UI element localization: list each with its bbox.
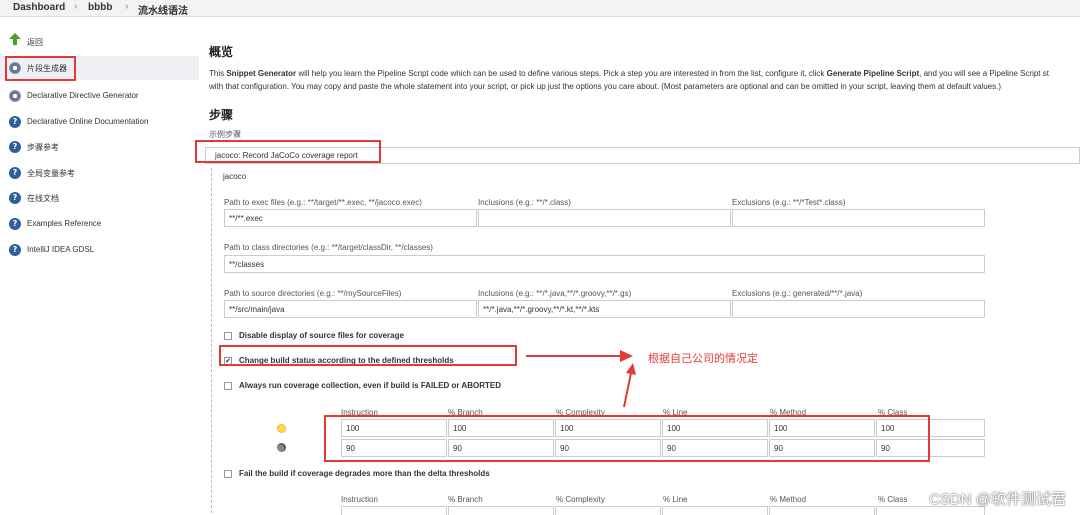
help-icon: ?: [9, 167, 21, 179]
intro-text-part: will help you learn the Pipeline Script …: [296, 69, 827, 78]
breadcrumb-job[interactable]: bbbb: [88, 2, 112, 13]
sidebar-item-online-docs[interactable]: ? 在线文档: [0, 186, 199, 210]
source-inclusions-label: Inclusions (e.g.: **/*.java,**/*.groovy,…: [478, 289, 632, 298]
steps-title: 步骤: [209, 108, 234, 122]
source-exclusions-label: Exclusions (e.g.: generated/**/*.java): [732, 289, 863, 298]
disable-source-checkbox[interactable]: [224, 332, 232, 340]
delta-instruction-input[interactable]: [341, 506, 447, 515]
exec-files-label: Path to exec files (e.g.: **/target/**.e…: [224, 198, 422, 207]
watermark: CSDN @软件测试君: [929, 491, 1066, 508]
delta-method-input[interactable]: [769, 506, 875, 515]
sidebar-item-steps-reference[interactable]: ? 步骤参考: [0, 135, 199, 159]
breadcrumb-separator-icon: ›: [125, 1, 129, 12]
annotation-arrow-icon: [526, 350, 636, 408]
jacoco-section-title: jacoco: [223, 172, 247, 181]
overview-title: 概览: [209, 45, 234, 59]
help-icon: ?: [9, 116, 21, 128]
fail-build-label: Fail the build if coverage degrades more…: [239, 469, 490, 478]
sidebar-item-label: Examples Reference: [27, 219, 102, 228]
delta-header-method: % Method: [770, 495, 807, 504]
help-icon: ?: [9, 192, 21, 204]
source-exclusions-input[interactable]: [732, 300, 985, 318]
sidebar-item-label: IntelliJ IDEA GDSL: [27, 245, 95, 254]
help-icon: ?: [9, 141, 21, 153]
sidebar-item-label: 返回: [27, 38, 43, 47]
arrow-up-icon-stem: [13, 39, 17, 45]
class-inclusions-input[interactable]: [478, 209, 731, 227]
disable-source-label: Disable display of source files for cove…: [239, 331, 404, 340]
exec-files-input[interactable]: **/**.exec: [224, 209, 477, 227]
breadcrumb: Dashboard › bbbb › 流水线语法: [0, 0, 1080, 17]
help-icon: ?: [9, 218, 21, 230]
delta-header-complexity: % Complexity: [556, 495, 605, 504]
breadcrumb-pipeline-syntax[interactable]: 流水线语法: [138, 2, 188, 17]
class-exclusions-input[interactable]: [732, 209, 985, 227]
delta-line-input[interactable]: [662, 506, 768, 515]
sidebar-item-declarative-directive-generator[interactable]: Declarative Directive Generator: [0, 84, 199, 108]
delta-header-instruction: Instruction: [341, 495, 378, 504]
class-dirs-label: Path to class directories (e.g.: **/targ…: [224, 243, 433, 252]
delta-header-line: % Line: [663, 495, 688, 504]
sidebar-item-label: 在线文档: [27, 194, 59, 203]
sidebar-item-intellij-gdsl[interactable]: ? IntelliJ IDEA GDSL: [0, 238, 199, 262]
breadcrumb-separator-icon: ›: [74, 1, 78, 12]
sunny-health-icon: [277, 424, 286, 433]
breadcrumb-dashboard[interactable]: Dashboard: [13, 2, 65, 13]
sidebar: 返回 片段生成器 Declarative Directive Generator…: [0, 17, 199, 515]
gear-icon: [9, 90, 21, 102]
fail-build-checkbox[interactable]: [224, 470, 232, 478]
class-dirs-input[interactable]: **/classes: [224, 255, 985, 273]
source-inclusions-input[interactable]: **/*.java,**/*.groovy,**/*.kt,**/*.kts: [478, 300, 731, 318]
intro-text-bold: Generate Pipeline Script: [826, 69, 920, 78]
source-dirs-label: Path to source directories (e.g.: **/myS…: [224, 289, 402, 298]
intro-text-part: This: [209, 69, 227, 78]
page: Dashboard › bbbb › 流水线语法 返回 片段生成器 Declar…: [0, 0, 1080, 515]
sidebar-item-label: 全局变量参考: [27, 169, 75, 178]
sidebar-item-label: Declarative Directive Generator: [27, 91, 139, 100]
highlight-threshold-table: [324, 415, 930, 462]
annotation-note: 根据自己公司的情况定: [648, 353, 758, 365]
sidebar-item-back[interactable]: 返回: [0, 30, 199, 54]
sidebar-item-label: Declarative Online Documentation: [27, 117, 149, 126]
help-icon: ?: [9, 244, 21, 256]
highlight-snippet-generator: [5, 56, 76, 81]
always-run-checkbox[interactable]: [224, 382, 232, 390]
sidebar-item-declarative-online-docs[interactable]: ? Declarative Online Documentation: [0, 110, 199, 134]
class-exclusions-label: Exclusions (e.g.: **/*Test*.class): [732, 198, 846, 207]
sidebar-item-label: 步骤参考: [27, 143, 59, 152]
delta-branch-input[interactable]: [448, 506, 554, 515]
sidebar-item-global-variables[interactable]: ? 全局变量参考: [0, 161, 199, 185]
sample-step-label: 示例步骤: [209, 130, 241, 139]
intro-text: This Snippet Generator will help you lea…: [209, 67, 1079, 93]
intro-text-part: , and you will see a Pipeline Script st: [919, 69, 1049, 78]
delta-header-class: % Class: [878, 495, 908, 504]
always-run-label: Always run coverage collection, even if …: [239, 381, 501, 390]
stormy-health-icon: [277, 443, 286, 452]
intro-text-line2: with that configuration. You may copy an…: [209, 82, 1001, 91]
intro-text-bold: Snippet Generator: [226, 69, 297, 78]
highlight-change-build-status: [219, 345, 517, 366]
class-inclusions-label: Inclusions (e.g.: **/*.class): [478, 198, 571, 207]
source-dirs-input[interactable]: **/src/main/java: [224, 300, 477, 318]
sidebar-item-examples-reference[interactable]: ? Examples Reference: [0, 212, 199, 236]
delta-header-branch: % Branch: [448, 495, 483, 504]
delta-complexity-input[interactable]: [555, 506, 661, 515]
jacoco-config-section: jacoco Path to exec files (e.g.: **/targ…: [211, 168, 1080, 515]
highlight-sample-step: [195, 140, 381, 163]
